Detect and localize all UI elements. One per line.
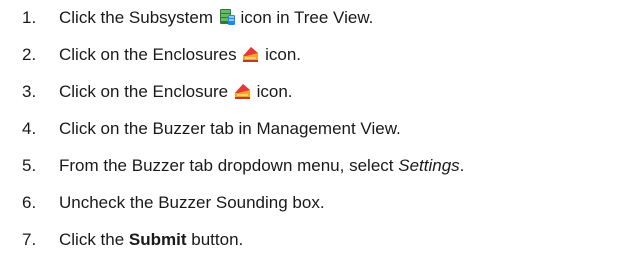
step-text: Uncheck the Buzzer Sounding box. bbox=[59, 193, 325, 212]
step-number: 3. bbox=[22, 82, 37, 101]
step-number: 1. bbox=[22, 8, 37, 27]
step-text-before: Click on the Enclosures bbox=[59, 45, 242, 64]
step-number: 7. bbox=[22, 230, 37, 249]
step-number: 6. bbox=[22, 193, 37, 212]
step-number: 5. bbox=[22, 156, 37, 175]
subsystem-icon bbox=[218, 8, 236, 26]
enclosure-icon bbox=[233, 83, 252, 100]
step-text-after: . bbox=[459, 156, 465, 175]
menu-option-settings: Settings bbox=[398, 156, 460, 175]
step-number: 2. bbox=[22, 45, 37, 64]
step-text: Click the Subsystem icon in Tree View. bbox=[59, 6, 373, 30]
step-text-after: icon. bbox=[251, 82, 293, 101]
enclosures-icon bbox=[241, 46, 260, 63]
step-text: Click on the Buzzer tab in Management Vi… bbox=[59, 119, 401, 138]
step-text-after: button. bbox=[186, 230, 244, 249]
step-text: Click the Submit button. bbox=[59, 228, 243, 252]
step-number: 4. bbox=[22, 119, 37, 138]
submit-button-label: Submit bbox=[128, 230, 187, 249]
step-text-before: Click the bbox=[59, 230, 129, 249]
step-text-before: From the Buzzer tab dropdown menu, selec… bbox=[59, 156, 399, 175]
step-text-before: Click the Subsystem bbox=[59, 8, 218, 27]
step-text-after: icon. bbox=[260, 45, 302, 64]
step-text-before: Click on the Enclosure bbox=[59, 82, 233, 101]
step-text-after: icon in Tree View. bbox=[235, 8, 374, 27]
step-text: From the Buzzer tab dropdown menu, selec… bbox=[59, 154, 464, 178]
step-text: Click on the Enclosures icon. bbox=[59, 43, 301, 67]
step-text: Click on the Enclosure icon. bbox=[59, 80, 293, 104]
